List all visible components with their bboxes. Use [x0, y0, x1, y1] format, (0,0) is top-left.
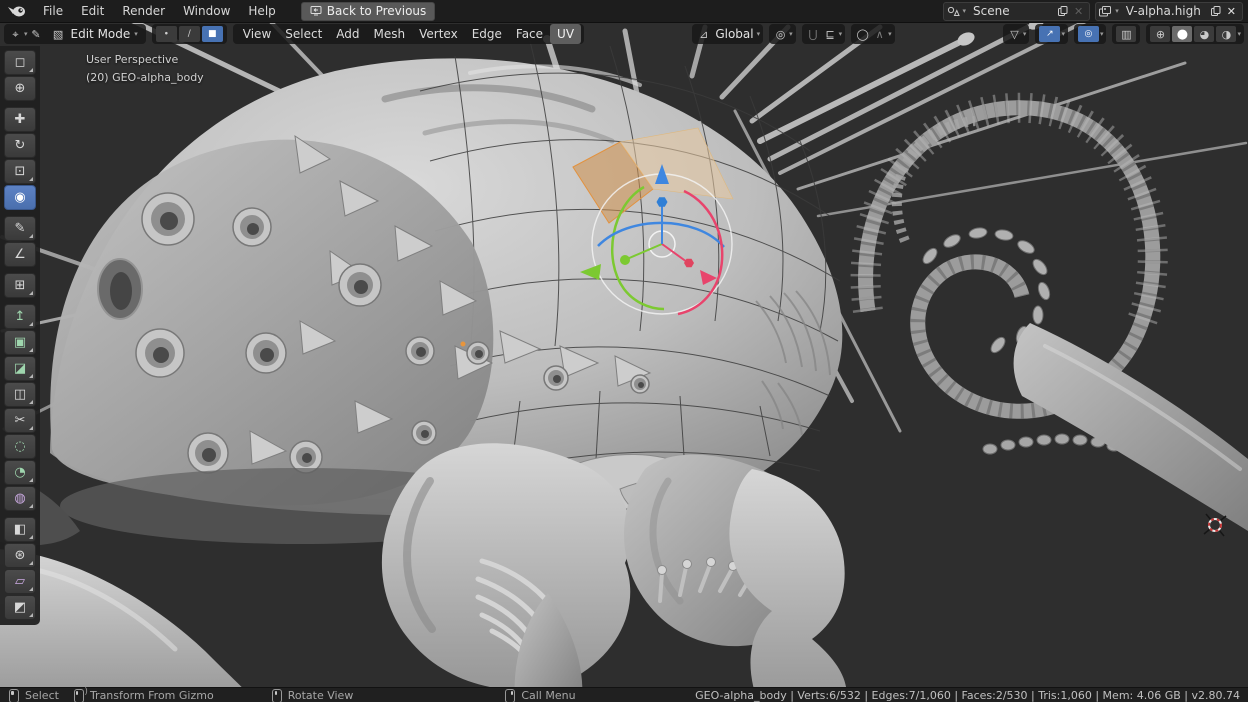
tool-inset-faces[interactable]: ▣ — [4, 330, 36, 355]
new-copy-icon[interactable] — [1058, 6, 1068, 17]
tool-cursor[interactable]: ⊕ — [4, 76, 36, 101]
tool-shrink-fatten[interactable]: ⊛ — [4, 543, 36, 568]
view-layer-icon — [1099, 6, 1112, 17]
menu-window[interactable]: Window — [174, 0, 239, 22]
face-select-mode-button[interactable]: ■ — [202, 26, 223, 42]
tool-knife[interactable]: ✂ — [4, 408, 36, 433]
shading-wireframe-button[interactable]: ⊕ — [1150, 26, 1170, 42]
menu-edge[interactable]: Edge — [465, 24, 509, 44]
active-object-label: (20) GEO-alpha_body — [86, 69, 204, 87]
viewport-menus: View Select Add Mesh Vertex Edge Face UV — [233, 24, 584, 44]
tool-shear[interactable]: ▱ — [4, 569, 36, 594]
tool-measure[interactable]: ∠ — [4, 242, 36, 267]
menu-view[interactable]: View — [236, 24, 278, 44]
shading-rendered-button[interactable]: ◑ — [1216, 26, 1236, 42]
viewport-3d: ⌖ ▾ ✎ ▧ Edit Mode ▾ ∙ ∕ ■ View Select Ad… — [0, 23, 1248, 687]
gizmo-y-handle[interactable] — [620, 255, 630, 265]
shading-solid-button[interactable]: ● — [1172, 26, 1192, 42]
visibility-filter-dropdown[interactable]: ▽ ▾ — [1003, 24, 1030, 44]
tool-smooth[interactable]: ◍ — [4, 486, 36, 511]
pivot-point-dropdown[interactable]: ◎ ▾ — [769, 24, 796, 44]
editor-type-icon[interactable]: ⌖ — [7, 29, 24, 40]
proportional-editing-icon[interactable]: ◯ — [854, 29, 871, 40]
scene-selector[interactable]: ▾ Scene ✕ — [943, 2, 1091, 21]
shading-material-button[interactable]: ◕ — [1194, 26, 1214, 42]
vertex-select-mode-button[interactable]: ∙ — [156, 26, 177, 42]
view-layer-name[interactable]: V-alpha.high — [1122, 4, 1208, 18]
tool-rotate[interactable]: ↻ — [4, 133, 36, 158]
menu-uv[interactable]: UV — [550, 24, 581, 44]
hint-select: Select — [9, 689, 59, 702]
menu-add[interactable]: Add — [329, 24, 366, 44]
menu-vertex[interactable]: Vertex — [412, 24, 465, 44]
filter-funnel-icon: ▽ — [1006, 29, 1023, 40]
tool-spin[interactable]: ◔ — [4, 460, 36, 485]
scene-name[interactable]: Scene — [969, 4, 1055, 18]
edit-mode-icon: ▧ — [50, 29, 67, 40]
show-overlays-button[interactable]: ◎ — [1078, 26, 1099, 42]
edge-select-mode-button[interactable]: ∕ — [179, 26, 200, 42]
menu-help[interactable]: Help — [239, 0, 284, 22]
hint-call-menu: Call Menu — [505, 689, 575, 702]
xray-toggle-button[interactable]: ▥ — [1116, 26, 1136, 42]
viewport-canvas[interactable] — [0, 23, 1248, 687]
scene-unlink-icon: ✕ — [1071, 5, 1086, 18]
view-perspective-label: User Perspective — [86, 51, 204, 69]
back-screen-icon — [310, 6, 322, 16]
view-layer-remove-icon[interactable]: ✕ — [1224, 5, 1239, 18]
tool-bevel[interactable]: ◪ — [4, 356, 36, 381]
tool-transform[interactable]: ◉ — [4, 185, 36, 210]
tool-move[interactable]: ✚ — [4, 107, 36, 132]
falloff-curve-icon[interactable]: ∧ — [871, 29, 888, 40]
tool-shelf: ◻ ⊕ ✚ ↻ ⊡ ◉ ✎ ∠ ⊞ ↥ ▣ ◪ ◫ ✂ ◌ ◔ ◍ ◧ ⊛ ▱ … — [0, 46, 40, 625]
mouse-right-icon — [505, 689, 515, 702]
tool-poly-build[interactable]: ◌ — [4, 434, 36, 459]
tool-select-box[interactable]: ◻ — [4, 50, 36, 75]
snap-magnet-icon[interactable]: ⋃ — [805, 29, 822, 40]
tool-scale[interactable]: ⊡ — [4, 159, 36, 184]
view-layer-selector[interactable]: ▾ V-alpha.high ✕ — [1095, 2, 1243, 21]
hint-rotate-view: Rotate View — [272, 689, 354, 702]
menu-file[interactable]: File — [34, 0, 72, 22]
mode-dropdown[interactable]: ▧ Edit Mode ▾ — [45, 27, 143, 41]
object-origin-dot — [461, 342, 466, 347]
menu-select[interactable]: Select — [278, 24, 329, 44]
menu-edit[interactable]: Edit — [72, 0, 113, 22]
tool-annotate[interactable]: ✎ — [4, 216, 36, 241]
scene-icon — [947, 6, 960, 17]
mouse-left-icon — [9, 689, 19, 702]
mouse-middle-icon — [272, 689, 282, 702]
mouse-left-drag-icon — [74, 689, 84, 702]
tool-edge-slide[interactable]: ◧ — [4, 517, 36, 542]
scene-statistics: GEO-alpha_body | Verts:6/532 | Edges:7/1… — [695, 689, 1240, 702]
menu-render[interactable]: Render — [113, 0, 174, 22]
back-to-previous-button[interactable]: Back to Previous — [301, 2, 436, 21]
tool-add-cube[interactable]: ⊞ — [4, 273, 36, 298]
annotate-pen-icon[interactable]: ✎ — [28, 29, 45, 40]
menu-mesh[interactable]: Mesh — [367, 24, 413, 44]
tool-extrude-region[interactable]: ↥ — [4, 304, 36, 329]
menu-face[interactable]: Face — [509, 24, 550, 44]
tool-loop-cut[interactable]: ◫ — [4, 382, 36, 407]
show-gizmo-button[interactable]: ↗ — [1039, 26, 1060, 42]
orientation-axes-icon: ⊿ — [695, 29, 712, 40]
new-copy-icon[interactable] — [1211, 6, 1221, 17]
blender-logo-icon[interactable] — [7, 5, 26, 18]
hint-transform-from-gizmo: Transform From Gizmo — [74, 689, 214, 702]
viewport-overlay-text: User Perspective (20) GEO-alpha_body — [86, 51, 204, 87]
status-bar: Select Transform From Gizmo Rotate View … — [0, 687, 1248, 702]
tool-rip-region[interactable]: ◩ — [4, 595, 36, 620]
pivot-point-icon: ◎ — [772, 29, 789, 40]
topbar: File Edit Render Window Help Back to Pre… — [0, 0, 1248, 23]
snap-target-icon[interactable]: ⊑ — [822, 29, 839, 40]
orientation-dropdown[interactable]: ⊿ Global ▾ — [692, 24, 763, 44]
